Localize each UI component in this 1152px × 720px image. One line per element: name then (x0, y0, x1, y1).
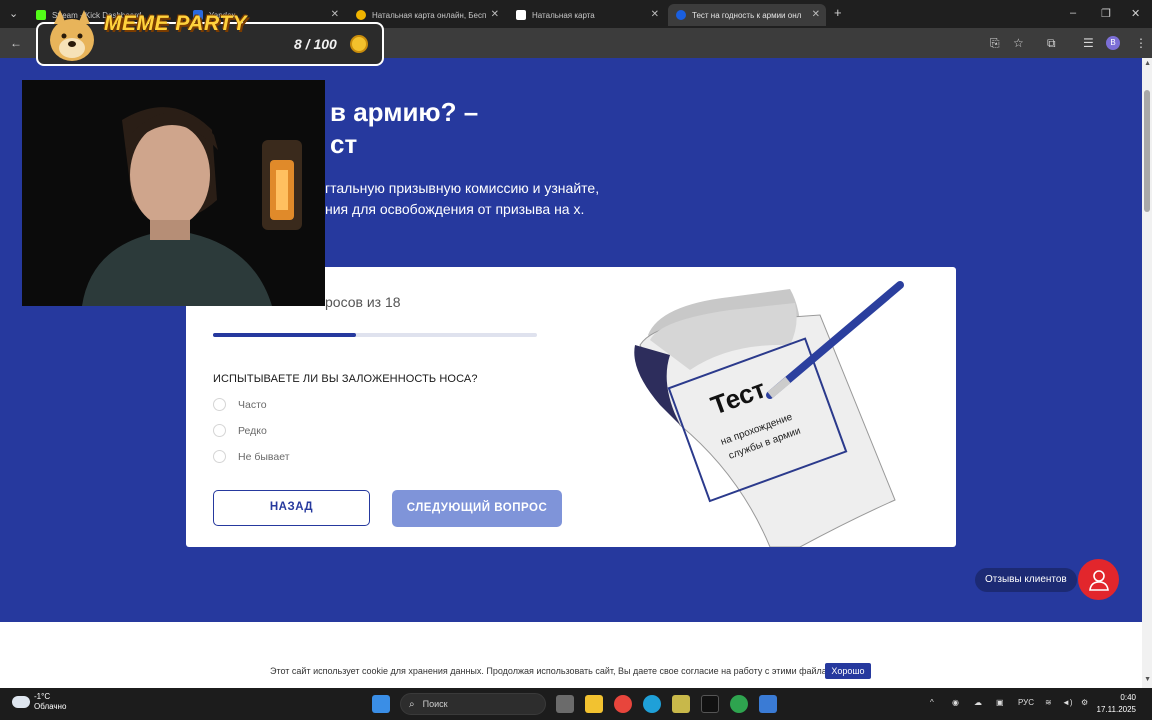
page-title-line1: в армию? – (330, 97, 479, 127)
store-icon[interactable] (672, 695, 690, 713)
radio-button[interactable] (213, 398, 226, 411)
pinned-apps (556, 695, 788, 713)
taskbar-search[interactable]: ⌕ Поиск (400, 693, 546, 715)
test-notebook-illustration: Тест на прохождение службы в армии (634, 281, 904, 547)
close-icon[interactable]: ✕ (651, 9, 659, 20)
back-arrow-icon[interactable]: ← (10, 36, 22, 50)
next-question-button[interactable]: СЛЕДУЮЩИЙ ВОПРОС (392, 490, 562, 527)
tab-search-icon[interactable]: ⌄ (9, 7, 18, 20)
close-icon[interactable]: ✕ (812, 9, 820, 20)
windows-start-icon[interactable] (372, 695, 390, 713)
extensions-icon[interactable]: ⧉ (1047, 36, 1056, 51)
meme-party-title: MEME PARTY (104, 12, 248, 35)
new-tab-button[interactable]: + (834, 5, 842, 20)
question-text: ИСПЫТЫВАЕТЕ ЛИ ВЫ ЗАЛОЖЕННОСТЬ НОСА? (213, 373, 478, 385)
cloud-icon (12, 696, 30, 708)
weather-widget[interactable]: -1°C Облачно (12, 692, 66, 712)
tradingview-icon[interactable] (701, 695, 719, 713)
tray-app-icon[interactable]: ◉ (952, 698, 959, 707)
option-never[interactable]: Не бывает (213, 450, 290, 463)
language-indicator[interactable]: РУС (1018, 698, 1034, 707)
page-favicon-icon (516, 10, 526, 20)
reviews-label[interactable]: Отзывы клиентов (975, 568, 1077, 592)
wifi-icon[interactable]: ≋ (1045, 698, 1052, 707)
scroll-down-icon[interactable]: ▼ (1144, 676, 1151, 683)
menu-dots-icon[interactable]: ⋮ (1135, 36, 1147, 50)
app-icon[interactable] (759, 695, 777, 713)
close-window-icon[interactable]: ✕ (1131, 7, 1140, 20)
back-button[interactable]: НАЗАД (213, 490, 370, 526)
army-test-favicon-icon (676, 10, 686, 20)
profile-avatar[interactable]: B (1106, 36, 1120, 50)
page-title-line2: ст (330, 129, 358, 159)
bookmark-star-icon[interactable]: ☆ (1013, 36, 1024, 50)
tray-app2-icon[interactable]: ▣ (996, 698, 1004, 707)
cookie-text: Этот сайт использует cookie для хранения… (270, 666, 841, 676)
progress-bar-fill (213, 333, 356, 337)
task-view-icon[interactable] (556, 695, 574, 713)
network-icon[interactable]: ⚙ (1081, 698, 1088, 707)
natal-favicon-icon (356, 10, 366, 20)
doge-logo (50, 10, 94, 61)
obs-icon[interactable] (730, 695, 748, 713)
progress-bar (213, 333, 537, 337)
volume-icon[interactable]: ◄) (1062, 698, 1073, 707)
search-icon: ⌕ (409, 698, 415, 710)
scroll-up-icon[interactable]: ▲ (1144, 60, 1151, 67)
minimize-icon[interactable]: – (1070, 7, 1076, 19)
option-rarely[interactable]: Редко (213, 424, 267, 437)
scrollbar[interactable]: ▲ ▼ (1142, 58, 1152, 688)
user-icon (1088, 569, 1109, 591)
cookie-ok-button[interactable]: Хорошо (825, 663, 871, 679)
close-icon[interactable]: ✕ (491, 9, 499, 20)
webcam-overlay (22, 80, 325, 306)
chrome-icon[interactable] (614, 695, 632, 713)
intro-text: гтальную призывную комиссию и узнайте, н… (325, 180, 600, 217)
radio-button[interactable] (213, 450, 226, 463)
radio-button[interactable] (213, 424, 226, 437)
notebook-shape (634, 289, 896, 547)
scrollbar-thumb[interactable] (1144, 90, 1150, 212)
file-explorer-icon[interactable] (585, 695, 603, 713)
clock[interactable]: 0:40 17.11.2025 (1097, 692, 1136, 716)
progress-text: росов из 18 (325, 294, 401, 310)
close-icon[interactable]: ✕ (331, 9, 339, 20)
weather-temp: -1°C (34, 692, 51, 701)
edge-icon[interactable] (643, 695, 661, 713)
start-area (372, 695, 401, 713)
tab-army-test[interactable]: Тест на годность к армии онл ✕ (668, 4, 826, 26)
option-often[interactable]: Часто (213, 398, 267, 411)
reading-list-icon[interactable]: ☰ (1083, 36, 1094, 50)
meme-party-count: 8 / 100 (294, 36, 337, 52)
tab-natal-map[interactable]: Натальная карта ✕ (508, 4, 665, 26)
install-icon[interactable]: ⎘ (990, 36, 1000, 51)
coin-icon (350, 35, 368, 53)
weather-desc: Облачно (34, 702, 67, 711)
reviews-button[interactable] (1078, 559, 1119, 600)
webcam-person-image (22, 80, 325, 306)
maximize-icon[interactable]: ❐ (1101, 7, 1111, 20)
onedrive-icon[interactable]: ☁ (974, 698, 982, 707)
tray-expand-icon[interactable]: ^ (930, 698, 934, 707)
